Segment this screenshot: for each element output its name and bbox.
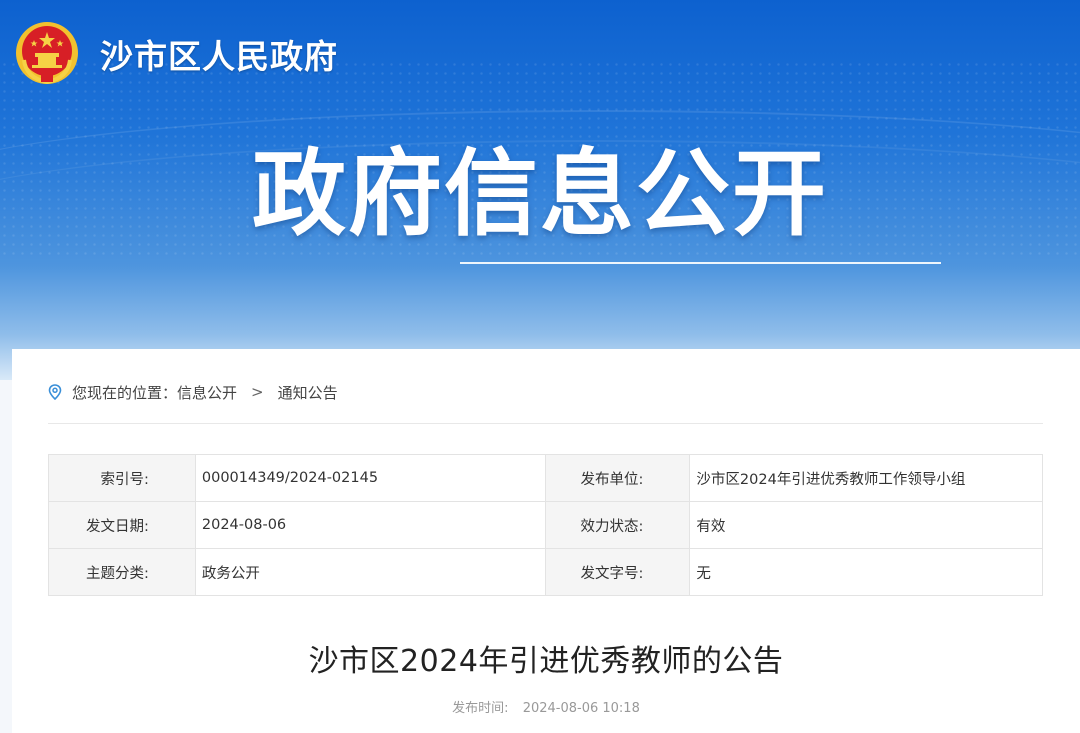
table-row: 主题分类: 政务公开 发文字号: 无 xyxy=(48,548,1043,596)
meta-label-issue-date: 发文日期: xyxy=(48,501,196,549)
publish-time: 发布时间: 2024-08-06 10:18 xyxy=(12,697,1080,716)
table-row: 发文日期: 2024-08-06 效力状态: 有效 xyxy=(48,501,1043,549)
table-row: 索引号: 000014349/2024-02145 发布单位: 沙市区2024年… xyxy=(48,454,1043,502)
document-meta-table: 索引号: 000014349/2024-02145 发布单位: 沙市区2024年… xyxy=(48,454,1043,596)
national-emblem-icon[interactable] xyxy=(14,20,80,86)
article-title: 沙市区2024年引进优秀教师的公告 xyxy=(308,644,784,679)
meta-label-index-number: 索引号: xyxy=(48,454,196,502)
breadcrumb-prefix: 您现在的位置： xyxy=(72,383,178,402)
meta-value-publisher: 沙市区2024年引进优秀教师工作领导小组 xyxy=(689,454,1043,502)
breadcrumb-item-info-open[interactable]: 信息公开 xyxy=(177,382,237,403)
breadcrumb-separator: > xyxy=(251,383,264,401)
publish-time-value: 2024-08-06 10:18 xyxy=(522,701,640,716)
meta-label-publisher: 发布单位: xyxy=(544,454,691,502)
hero-title: 政府信息公开 xyxy=(252,140,829,249)
hero-underline xyxy=(460,262,941,264)
meta-value-index-number: 000014349/2024-02145 xyxy=(194,454,546,502)
publish-time-label: 发布时间: xyxy=(452,701,509,716)
site-name[interactable]: 沙市区人民政府 xyxy=(100,30,338,78)
meta-value-doc-number: 无 xyxy=(689,548,1043,596)
content-card: 您现在的位置： 信息公开 > 通知公告 索引号: 000014349/2024-… xyxy=(12,349,1080,733)
meta-label-validity: 效力状态: xyxy=(544,501,691,549)
location-pin-icon xyxy=(48,384,62,400)
header-banner: 沙市区人民政府 政府信息公开 xyxy=(0,0,1080,380)
meta-value-validity: 有效 xyxy=(689,501,1043,549)
meta-value-topic: 政务公开 xyxy=(194,548,546,596)
meta-label-doc-number: 发文字号: xyxy=(544,548,691,596)
breadcrumb: 您现在的位置： 信息公开 > 通知公告 xyxy=(48,381,338,403)
meta-value-issue-date: 2024-08-06 xyxy=(194,501,546,549)
breadcrumb-item-notices[interactable]: 通知公告 xyxy=(278,382,338,403)
breadcrumb-divider xyxy=(48,423,1043,424)
meta-label-topic: 主题分类: xyxy=(48,548,196,596)
